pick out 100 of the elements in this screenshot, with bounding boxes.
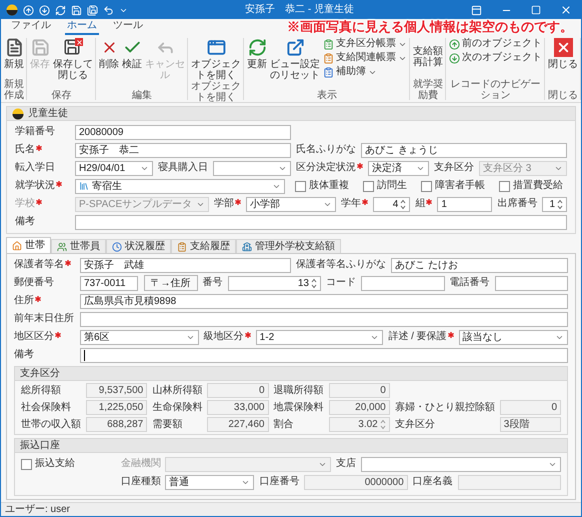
- checkbox[interactable]: [21, 458, 32, 470]
- refresh-icon[interactable]: [55, 4, 66, 16]
- checkbox-label: 訪問生: [377, 180, 407, 192]
- field-label: 金融機関: [121, 458, 161, 470]
- field-label: 学籍番号: [15, 126, 55, 138]
- number-field[interactable]: 1: [542, 196, 567, 212]
- window-title: 安孫子 恭二 - 児童生徒: [245, 4, 354, 16]
- section-title: 振込口座: [20, 440, 60, 452]
- field-label: 支弁区分: [394, 418, 436, 430]
- field-label: 口座種類: [121, 476, 161, 488]
- ribbon-button[interactable]: ビュー設定のリセット: [269, 36, 321, 81]
- ribbon-menu-button[interactable]: 支給関連帳票: [322, 52, 408, 64]
- window-arrow-icon: [286, 38, 304, 57]
- text-field[interactable]: [80, 348, 568, 362]
- record-tab[interactable]: 状況履歴: [106, 239, 171, 253]
- checkbox-label: 肢体重複: [309, 180, 349, 192]
- ribbon-tab[interactable]: ファイル: [9, 20, 53, 35]
- floppy-disks-icon[interactable]: [87, 4, 98, 16]
- text-field[interactable]: 20080009: [75, 124, 291, 140]
- spinner-icon: [380, 419, 386, 430]
- ribbon-tab[interactable]: ツール: [111, 20, 145, 35]
- field-label: 備考: [15, 216, 35, 228]
- readonly-field: 20,000: [328, 400, 390, 415]
- readonly-field: 3段階: [500, 417, 561, 432]
- close-icon[interactable]: [560, 4, 572, 16]
- ribbon-button[interactable]: オブジェクトを開く: [190, 36, 242, 81]
- text-field[interactable]: 安孫子 武雄: [80, 258, 291, 272]
- ribbon-button[interactable]: 検証: [121, 36, 143, 70]
- text-field[interactable]: あびこ きょうじ: [361, 142, 567, 158]
- report-icon: [323, 66, 334, 78]
- checkbox[interactable]: [421, 180, 432, 192]
- ribbon-group-label: 保存: [52, 90, 72, 102]
- field-label: 詳述 / 要保護: [388, 331, 447, 343]
- dropdown[interactable]: H29/04/01: [75, 160, 153, 176]
- ribbon-button[interactable]: 支給額再計算: [412, 36, 444, 68]
- clock-icon: [112, 242, 122, 252]
- record-tab[interactable]: 管理外学校支給額: [236, 239, 341, 253]
- ribbon-button[interactable]: 新規: [3, 36, 25, 70]
- field-label: 割合: [274, 418, 294, 430]
- undo-icon[interactable]: [103, 4, 114, 16]
- dropdown[interactable]: 決定済: [368, 160, 429, 176]
- ribbon-button[interactable]: 削除: [98, 36, 120, 70]
- dropdown[interactable]: 寄宿生: [75, 178, 285, 194]
- field-label: 転入学日: [15, 162, 55, 174]
- checkbox-label: 振込支給: [35, 458, 75, 470]
- text-field[interactable]: [361, 276, 444, 290]
- record-tab[interactable]: 支給履歴: [171, 239, 236, 253]
- readonly-field: 9,537,500: [86, 383, 148, 398]
- spinner-icon: [557, 198, 563, 210]
- spinner-icon: [311, 278, 317, 288]
- ribbon-group-label: 就学奨励費: [412, 79, 444, 102]
- text-field[interactable]: あびこ たけお: [391, 258, 568, 272]
- field-label: 社会保険料: [21, 402, 72, 414]
- text-field[interactable]: [75, 214, 567, 230]
- dropdown[interactable]: 該当なし: [458, 330, 568, 344]
- number-field[interactable]: 13: [228, 276, 321, 290]
- readonly-field: 0000000: [304, 474, 408, 490]
- ribbon-menu-button[interactable]: 次のオブジェクト: [448, 52, 543, 64]
- text-field[interactable]: 737-0011: [80, 276, 138, 290]
- report-icon: [323, 38, 334, 50]
- field-label: 支弁区分: [434, 162, 474, 174]
- maximize-icon[interactable]: [531, 5, 541, 15]
- dropdown[interactable]: 第6区: [80, 330, 199, 344]
- number-field[interactable]: 4: [372, 196, 410, 212]
- ribbon-menu-button[interactable]: 補助簿: [322, 66, 408, 78]
- dropdown[interactable]: [361, 456, 561, 472]
- dropdown[interactable]: [213, 160, 291, 176]
- ribbon-button[interactable]: 更新: [246, 36, 268, 70]
- dropdown[interactable]: 1-2: [256, 330, 384, 344]
- record-tab[interactable]: 世帯: [6, 237, 51, 253]
- close-icon: [554, 38, 572, 57]
- ribbon-group-label: オブジェクトを開く: [190, 81, 242, 104]
- text-field[interactable]: [80, 312, 568, 326]
- panel-icon[interactable]: [471, 4, 482, 16]
- record-tab[interactable]: 世帯員: [51, 239, 106, 253]
- student-icon: [12, 108, 24, 120]
- ribbon-button[interactable]: 保存して閉じる: [52, 36, 94, 81]
- text-field[interactable]: 広島県呉市見積9898: [80, 294, 568, 308]
- checkbox[interactable]: [363, 180, 374, 192]
- ribbon-group-label: 新規作成: [3, 79, 25, 102]
- field-label: 住所: [14, 295, 34, 307]
- notice-text: ※画面写真に見える個人情報は架空のものです。: [287, 19, 573, 34]
- text-field[interactable]: 安孫子 恭二: [75, 142, 291, 158]
- ribbon-group-label: 編集: [132, 90, 152, 102]
- field-label: 退職所得額: [274, 384, 324, 396]
- field-label: 口座番号: [259, 476, 300, 488]
- checkbox-label: 措置費受給: [513, 180, 563, 192]
- ribbon-menu-button[interactable]: 支弁区分帳票: [322, 38, 408, 50]
- ribbon-button[interactable]: 閉じる: [547, 36, 579, 70]
- text-field[interactable]: 1: [437, 196, 492, 212]
- dropdown[interactable]: 小学部: [246, 196, 336, 212]
- readonly-field: 0: [207, 383, 268, 398]
- checkbox[interactable]: [295, 180, 306, 192]
- dropdown[interactable]: 普通: [165, 474, 254, 490]
- checkbox[interactable]: [499, 180, 510, 192]
- spinner-icon: [400, 198, 406, 210]
- postal-lookup-button[interactable]: 〒→住所: [144, 275, 198, 291]
- ribbon-menu-button[interactable]: 前のオブジェクト: [448, 38, 543, 50]
- text-field[interactable]: [494, 276, 568, 290]
- field-label: 学年: [340, 198, 361, 210]
